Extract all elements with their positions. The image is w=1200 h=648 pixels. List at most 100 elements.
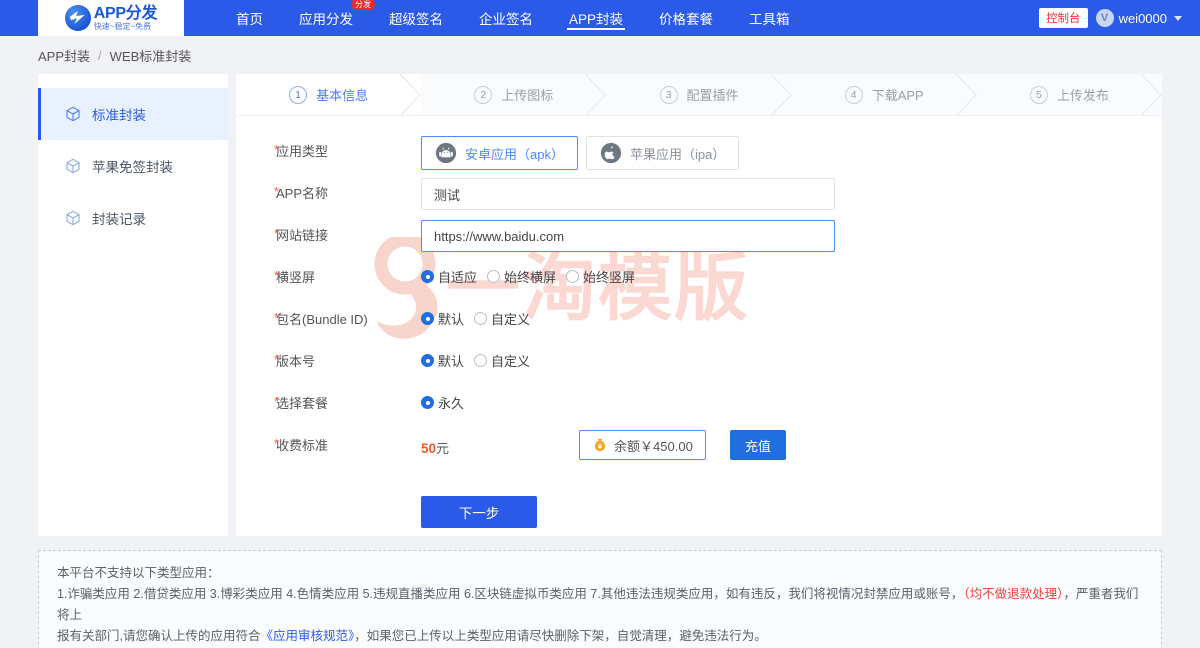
step-arrow-icon <box>771 74 793 116</box>
step-number: 3 <box>660 86 678 104</box>
step-arrow-icon <box>585 74 607 116</box>
form-label-fee: * 收费标准 <box>236 430 396 454</box>
avatar: V <box>1096 9 1114 27</box>
sidebar-item-apple-free-signature[interactable]: 苹果免签封装 <box>38 140 228 192</box>
required-mark: * <box>274 184 279 199</box>
notice-line3-text-a: 报有关部门,请您确认上传的应用符合 <box>57 629 260 643</box>
recharge-button[interactable]: 充值 <box>730 430 786 460</box>
radio-label: 永久 <box>438 393 464 412</box>
sidebar-item-standard-packaging[interactable]: 标准封装 <box>38 88 228 140</box>
required-mark: * <box>274 352 279 367</box>
breadcrumb: APP封装 / WEB标准封装 <box>0 36 1200 74</box>
step-indicator: 1 基本信息 2 上传图标 3 配置插件 4 <box>236 74 1162 116</box>
form-label-orientation: * 横竖屏 <box>236 262 396 286</box>
package-option-permanent[interactable]: 永久 <box>421 393 464 412</box>
radio-icon <box>421 312 434 325</box>
radio-icon <box>421 354 434 367</box>
label-text: APP名称 <box>276 186 328 201</box>
review-rules-link[interactable]: 《应用审核规范》 <box>260 629 354 643</box>
label-text: 包名(Bundle ID) <box>276 312 368 327</box>
nav-item-label: 超级签名 <box>389 8 443 28</box>
breadcrumb-root[interactable]: APP封装 <box>38 46 90 65</box>
nav-item-label: APP封装 <box>569 8 623 28</box>
sidebar-item-label: 封装记录 <box>92 208 146 228</box>
logo-mark-icon <box>65 5 91 31</box>
step-arrow-icon <box>956 74 978 116</box>
app-name-input[interactable] <box>421 178 835 210</box>
user-menu[interactable]: V wei0000 <box>1096 9 1182 27</box>
step-label: 上传图标 <box>501 85 553 104</box>
nav-item-pricing[interactable]: 价格套餐 优惠 <box>641 0 731 36</box>
bundle-id-radio-group: 默认 自定义 <box>421 304 1162 328</box>
apple-icon <box>600 142 622 164</box>
balance-box[interactable]: 余额￥450.00 <box>579 430 706 460</box>
orientation-option-landscape[interactable]: 始终横屏 <box>487 267 556 286</box>
radio-label: 自定义 <box>491 351 530 370</box>
step-label: 配置插件 <box>687 85 739 104</box>
console-button[interactable]: 控制台 <box>1039 8 1088 28</box>
bundle-id-option-custom[interactable]: 自定义 <box>474 309 530 328</box>
nav-item-app-distribution[interactable]: 应用分发 分发 <box>281 0 371 36</box>
disclaimer-notice: 本平台不支持以下类型应用： 1.诈骗类应用 2.借贷类应用 3.博彩类应用 4.… <box>38 550 1162 648</box>
app-type-android-button[interactable]: 安卓应用（apk） <box>421 136 578 170</box>
radio-icon <box>474 312 487 325</box>
nav-item-toolbox[interactable]: 工具箱 <box>731 0 808 36</box>
step-label: 基本信息 <box>316 85 368 104</box>
radio-icon <box>421 396 434 409</box>
step-upload-publish[interactable]: 5 上传发布 <box>977 74 1162 115</box>
sidebar-item-packaging-records[interactable]: 封装记录 <box>38 192 228 244</box>
radio-icon <box>474 354 487 367</box>
form-label-app-name: * APP名称 <box>236 178 396 202</box>
step-label: 上传发布 <box>1057 85 1109 104</box>
notice-line-2: 1.诈骗类应用 2.借贷类应用 3.博彩类应用 4.色情类应用 5.违规直播类应… <box>57 584 1143 626</box>
form-row-version: * 版本号 默认 自定义 <box>236 346 1162 388</box>
form-row-app-type: * 应用类型 <box>236 136 1162 178</box>
fee-unit: 元 <box>436 441 449 456</box>
radio-icon <box>566 270 579 283</box>
form-row-site-url: * 网站链接 <box>236 220 1162 262</box>
nav-item-app-packaging[interactable]: APP封装 <box>551 0 641 36</box>
radio-icon <box>487 270 500 283</box>
required-mark: * <box>274 310 279 325</box>
site-url-input[interactable] <box>421 220 835 252</box>
nav-item-label: 企业签名 <box>479 8 533 28</box>
step-number: 2 <box>474 86 492 104</box>
username-label: wei0000 <box>1119 11 1167 26</box>
app-type-ios-button[interactable]: 苹果应用（ipa） <box>586 136 739 170</box>
nav-item-enterprise-signature[interactable]: 企业签名 <box>461 0 551 36</box>
money-bag-icon <box>592 437 608 453</box>
next-step-button[interactable]: 下一步 <box>421 496 537 528</box>
step-number: 5 <box>1030 86 1048 104</box>
fee-amount: 50元 <box>421 434 449 457</box>
required-mark: * <box>274 394 279 409</box>
version-radio-group: 默认 自定义 <box>421 346 1162 370</box>
required-mark: * <box>274 436 279 451</box>
logo-title: APP分发 <box>94 6 157 22</box>
label-text: 网站链接 <box>276 228 328 243</box>
notice-line3-text-b: ，如果您已上传以上类型应用请尽快删除下架，自觉清理，避免违法行为。 <box>354 629 767 643</box>
app-type-label: 苹果应用（ipa） <box>630 144 725 163</box>
radio-icon <box>421 270 434 283</box>
orientation-option-portrait[interactable]: 始终竖屏 <box>566 267 635 286</box>
step-number: 4 <box>845 86 863 104</box>
nav-item-home[interactable]: 首页 <box>218 0 281 36</box>
notice-line-3: 报有关部门,请您确认上传的应用符合《应用审核规范》，如果您已上传以上类型应用请尽… <box>57 626 1143 647</box>
step-basic-info[interactable]: 1 基本信息 <box>236 74 421 115</box>
step-configure-plugins[interactable]: 3 配置插件 <box>606 74 791 115</box>
fee-number: 50 <box>421 441 436 456</box>
step-download-app[interactable]: 4 下载APP <box>792 74 977 115</box>
logo-subtitle: 快速~稳定~免费 <box>94 23 157 31</box>
main-layout: 标准封装 苹果免签封装 封装记录 1 基本信息 <box>0 74 1200 536</box>
nav-item-label: 应用分发 <box>299 8 353 28</box>
label-text: 收费标准 <box>276 438 328 453</box>
form-label-site-url: * 网站链接 <box>236 220 396 244</box>
orientation-option-adaptive[interactable]: 自适应 <box>421 267 477 286</box>
step-upload-icon[interactable]: 2 上传图标 <box>421 74 606 115</box>
form-row-orientation: * 横竖屏 自适应 始终横屏 <box>236 262 1162 304</box>
site-logo[interactable]: APP分发 快速~稳定~免费 <box>38 0 184 36</box>
version-option-default[interactable]: 默认 <box>421 351 464 370</box>
nav-item-list: 首页 应用分发 分发 超级签名 企业签名 APP封装 价格套餐 优惠 工具箱 <box>218 0 808 36</box>
nav-item-super-signature[interactable]: 超级签名 <box>371 0 461 36</box>
bundle-id-option-default[interactable]: 默认 <box>421 309 464 328</box>
version-option-custom[interactable]: 自定义 <box>474 351 530 370</box>
